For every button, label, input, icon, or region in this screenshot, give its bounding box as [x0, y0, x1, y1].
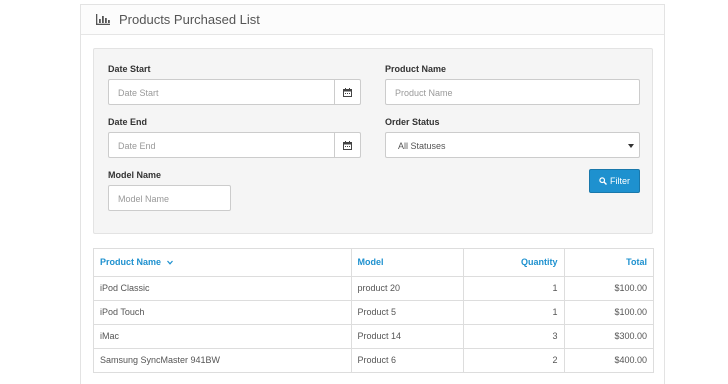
table-row: iMac Product 14 3 $300.00	[94, 324, 653, 349]
products-purchased-panel: Products Purchased List Date Start Date …	[80, 4, 665, 384]
cell-product-name: iPod Touch	[94, 300, 352, 325]
cell-total: $300.00	[564, 324, 653, 349]
column-header-total[interactable]: Total	[564, 249, 653, 277]
search-icon	[599, 177, 607, 185]
filter-button-label: Filter	[610, 176, 630, 186]
order-status-value: All Statuses	[398, 141, 446, 151]
calendar-icon	[343, 87, 352, 97]
model-name-label: Model Name	[108, 170, 162, 180]
column-header-product-name[interactable]: Product Name	[94, 249, 352, 277]
product-name-input[interactable]: Product Name	[385, 79, 640, 105]
cell-model: Product 6	[351, 348, 464, 373]
panel-heading: Products Purchased List	[81, 5, 664, 35]
panel-title: Products Purchased List	[119, 12, 260, 27]
cell-product-name: iPod Classic	[94, 276, 352, 301]
filter-button[interactable]: Filter	[589, 169, 640, 193]
chevron-down-icon	[166, 260, 173, 265]
filter-form: Date Start Date Start Date End Date End	[93, 48, 653, 234]
cell-quantity: 3	[463, 324, 565, 349]
model-name-input[interactable]: Model Name	[108, 185, 231, 211]
table-row: iPod Touch Product 5 1 $100.00	[94, 300, 653, 325]
date-start-label: Date Start	[108, 64, 151, 74]
table-row: Samsung SyncMaster 941BW Product 6 2 $40…	[94, 348, 653, 373]
calendar-icon	[343, 140, 352, 150]
cell-quantity: 2	[463, 348, 565, 373]
cell-model: Product 14	[351, 324, 464, 349]
cell-quantity: 1	[463, 276, 565, 301]
cell-model: Product 5	[351, 300, 464, 325]
column-header-model[interactable]: Model	[351, 249, 464, 277]
bar-chart-icon	[96, 14, 110, 25]
date-end-label: Date End	[108, 117, 148, 127]
products-table: Product Name Model Quantity Total iPod C…	[93, 248, 654, 373]
cell-model: product 20	[351, 276, 464, 301]
cell-product-name: iMac	[94, 324, 352, 349]
cell-total: $400.00	[564, 348, 653, 373]
column-header-quantity[interactable]: Quantity	[463, 249, 565, 277]
date-end-calendar-button[interactable]	[335, 132, 361, 158]
order-status-select[interactable]: All Statuses	[385, 132, 640, 158]
date-start-calendar-button[interactable]	[335, 79, 361, 105]
date-start-input[interactable]: Date Start	[108, 79, 335, 105]
cell-total: $100.00	[564, 276, 653, 301]
cell-total: $100.00	[564, 300, 653, 325]
product-name-label: Product Name	[385, 64, 447, 74]
table-row: iPod Classic product 20 1 $100.00	[94, 276, 653, 301]
cell-product-name: Samsung SyncMaster 941BW	[94, 348, 352, 373]
cell-quantity: 1	[463, 300, 565, 325]
table-header-row: Product Name Model Quantity Total	[94, 249, 653, 277]
date-end-input[interactable]: Date End	[108, 132, 335, 158]
order-status-label: Order Status	[385, 117, 440, 127]
caret-down-icon	[628, 144, 634, 148]
